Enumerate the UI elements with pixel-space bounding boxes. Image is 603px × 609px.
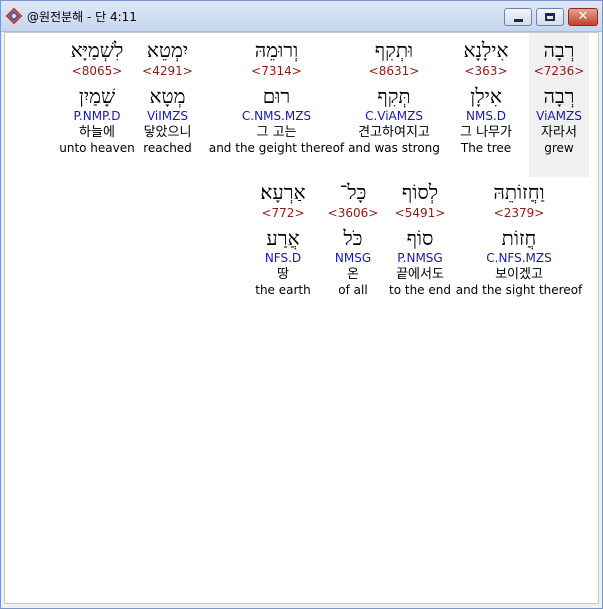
hebrew-lemma: אֲרַע — [266, 226, 300, 250]
strong-number: <7314> — [251, 64, 302, 78]
morphology-code: ViAMZS — [536, 109, 582, 123]
english-gloss: grew — [544, 141, 574, 155]
korean-gloss: 자라서 — [541, 125, 577, 140]
app-window: @원전분해 - 단 4:11 ✕ רְבָה <7236> רְבָה ViAMZS 자… — [0, 0, 603, 609]
minimize-button[interactable] — [504, 8, 532, 26]
korean-gloss: 끝에서도 — [396, 267, 444, 282]
hebrew-lemma: כֹּל — [343, 226, 363, 250]
english-gloss: to the end — [389, 283, 451, 297]
morphology-code: NMSG — [334, 251, 372, 265]
morphology-code: P.NMSG — [397, 251, 443, 265]
word-column[interactable]: כָּל־ <3606> כֹּל NMSG 온 of all — [323, 175, 383, 319]
korean-gloss: 하늘에 — [79, 125, 115, 140]
korean-gloss: 그 고는 — [256, 125, 297, 140]
word-column[interactable]: אַרְעָא׃ <772> אֲרַע NFS.D 땅 the earth — [249, 175, 317, 319]
hebrew-lemma: תְּקִף — [377, 84, 411, 108]
hebrew-lemma: מְטָא — [149, 84, 186, 108]
hebrew-word: וַחֲזוֹתֵהּ — [493, 180, 545, 204]
english-gloss: of all — [338, 283, 368, 297]
hebrew-word: וְרוּמֵהּ — [254, 38, 299, 62]
hebrew-word: לִשְׁמַיָּא — [70, 38, 124, 62]
korean-gloss: 견고하여지고 — [358, 125, 430, 140]
english-gloss: reached — [143, 141, 192, 155]
word-column[interactable]: וְרוּמֵהּ <7314> רוּם C.NMS.MZS 그 고는 and the … — [208, 33, 345, 177]
english-gloss: and the geight thereof — [208, 141, 345, 155]
title-bar[interactable]: @원전분해 - 단 4:11 ✕ — [1, 1, 602, 32]
word-column[interactable]: וּתְקִף <8631> תְּקִף C.ViAMZS 견고하여지고 and was… — [345, 33, 443, 177]
english-gloss: and was strong — [348, 141, 440, 155]
hebrew-word: יִמְטֵא — [146, 38, 189, 62]
english-gloss: unto heaven — [59, 141, 135, 155]
hebrew-lemma: חֲזוֹת — [501, 226, 537, 250]
analysis-panel: רְבָה <7236> רְבָה ViAMZS 자라서 grew אִילָנָא <36… — [4, 32, 599, 604]
hebrew-word: כָּל־ — [339, 180, 367, 204]
minimize-icon — [514, 19, 523, 22]
strong-number: <8631> — [368, 64, 420, 78]
close-icon: ✕ — [577, 9, 589, 24]
strong-number: <3606> — [327, 206, 379, 220]
hebrew-word: אַרְעָא׃ — [260, 180, 306, 204]
morphology-code: C.NMS.MZS — [241, 109, 312, 123]
word-column[interactable]: וַחֲזוֹתֵהּ <2379> חֲזוֹת C.NFS.MZS 보이겠고 and … — [455, 175, 583, 319]
strong-number: <363> — [464, 64, 508, 78]
hebrew-word: לְסוֹף — [401, 180, 439, 204]
app-logo-icon — [5, 7, 23, 25]
morphology-code: NFS.D — [264, 251, 302, 265]
morphology-code: ViIMZS — [146, 109, 188, 123]
morphology-code: NMS.D — [465, 109, 506, 123]
hebrew-word: רְבָה — [543, 38, 575, 62]
strong-number: <7236> — [533, 64, 585, 78]
strong-number: <772> — [261, 206, 305, 220]
word-column[interactable]: אִילָנָא <363> אִילָן NMS.D 그 나무가 The tree — [445, 33, 527, 177]
strong-number: <2379> — [493, 206, 545, 220]
word-column[interactable]: יִמְטֵא <4291> מְטָא ViIMZS 닿았으니 reached — [135, 33, 200, 177]
close-button[interactable]: ✕ — [568, 8, 598, 26]
hebrew-lemma: אִילָן — [470, 84, 502, 108]
word-column[interactable]: רְבָה <7236> רְבָה ViAMZS 자라서 grew — [529, 33, 589, 177]
english-gloss: and the sight thereof — [455, 283, 583, 297]
korean-gloss: 온 — [347, 267, 359, 282]
english-gloss: The tree — [460, 141, 512, 155]
window-title: @원전분해 - 단 4:11 — [27, 10, 137, 24]
korean-gloss: 그 나무가 — [460, 125, 512, 140]
hebrew-word: וּתְקִף — [374, 38, 414, 62]
morphology-code: C.ViAMZS — [365, 109, 423, 123]
word-column[interactable]: לְסוֹף <5491> סוֹף P.NMSG 끝에서도 to the end — [380, 175, 460, 319]
hebrew-lemma: סוֹף — [406, 226, 434, 250]
korean-gloss: 땅 — [277, 267, 289, 282]
korean-gloss: 보이겠고 — [495, 267, 543, 282]
strong-number: <4291> — [142, 64, 193, 78]
korean-gloss: 닿았으니 — [143, 125, 192, 140]
maximize-button[interactable] — [536, 8, 564, 26]
hebrew-lemma: רוּם — [262, 84, 291, 108]
strong-number: <5491> — [394, 206, 446, 220]
hebrew-word: אִילָנָא — [463, 38, 509, 62]
maximize-icon — [545, 13, 555, 21]
morphology-code: P.NMP.D — [73, 109, 121, 123]
strong-number: <8065> — [71, 64, 123, 78]
hebrew-lemma: שָׁמַיִן — [78, 84, 116, 108]
hebrew-lemma: רְבָה — [543, 84, 575, 108]
english-gloss: the earth — [255, 283, 311, 297]
morphology-code: C.NFS.MZS — [486, 251, 552, 265]
word-column[interactable]: לִשְׁמַיָּא <8065> שָׁמַיִן P.NMP.D 하늘에 unto … — [51, 33, 143, 177]
